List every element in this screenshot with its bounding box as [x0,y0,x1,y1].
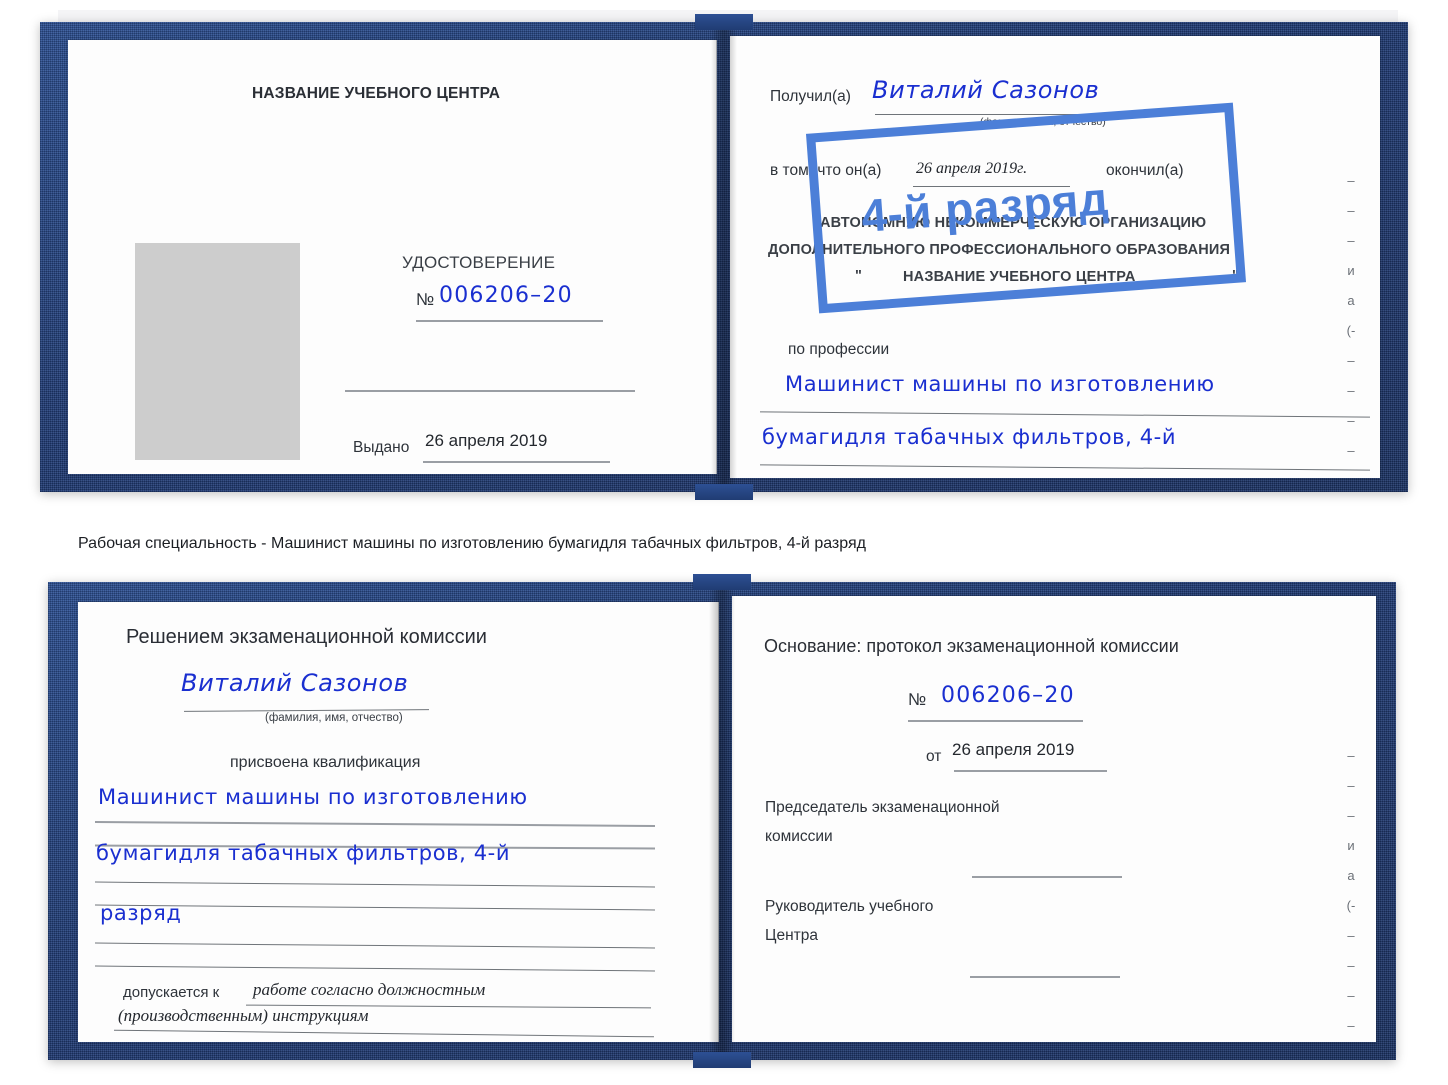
received-name-value: Виталий Сазонов [872,76,1100,104]
qualification-hand-line-3: разряд [100,901,182,925]
admitted-rule-2 [114,1029,654,1038]
profession-rule-1 [760,411,1370,418]
head-line-2: Центра [765,927,818,944]
spine-tab-bottom [695,484,753,500]
edge-glyph: – [1347,233,1355,248]
edge-glyph: – [1347,988,1355,1003]
edge-glyph-column-bottom: – – – и а (- – – – – [1340,741,1362,1041]
profession-rule-2 [760,464,1370,471]
edge-glyph: (- [1346,898,1356,913]
bottom-doc-left-page: Решением экзаменационной комиссии Витали… [78,602,719,1042]
profession-hand-line-2: бумагидля табачных фильтров, 4-й [762,425,1177,449]
profession-hand-line-1: Машинист машины по изготовлению [785,372,1215,396]
bottom-certificate-book: Решением экзаменационной комиссии Витали… [48,574,1396,1068]
chairman-line-2: комиссии [765,828,833,845]
admitted-value-line-2: (производственным) инструкциям [118,1006,369,1025]
qualification-rule-3 [95,942,655,949]
spine-tab-top [695,14,753,30]
received-label: Получил(а) [770,88,851,105]
edge-glyph: и [1347,838,1355,853]
edge-glyph: а [1347,293,1355,308]
edge-glyph: – [1347,353,1355,368]
bottom-doc-right-page: Основание: протокол экзаменационной коми… [732,596,1376,1042]
edge-glyph: – [1347,928,1355,943]
document-type-label: УДОСТОВЕРЕНИЕ [402,253,556,272]
qualification-label: присвоена квалификация [230,754,421,771]
top-doc-left-page: НАЗВАНИЕ УЧЕБНОГО ЦЕНТРА УДОСТОВЕРЕНИЕ №… [68,40,717,474]
edge-glyph: – [1347,443,1355,458]
edge-glyph: – [1347,1018,1355,1033]
chairman-signature-rule [972,876,1122,878]
spine-tab-bottom-2 [693,1052,751,1068]
protocol-date-label: от [926,748,942,765]
number-label: № [416,290,435,309]
edge-glyph: и [1347,263,1355,278]
chairman-line-1: Председатель экзаменационной [765,799,1000,816]
commission-decision-heading: Решением экзаменационной комиссии [126,626,487,648]
basis-label: Основание: протокол экзаменационной коми… [764,636,1179,656]
edge-glyph: – [1347,173,1355,188]
edge-glyph: – [1347,778,1355,793]
issued-label: Выдано [353,439,410,456]
edge-glyph: (- [1346,323,1356,338]
protocol-number-value: 006206–20 [941,683,1075,708]
admitted-label: допускается к [123,984,220,1001]
edge-glyph: – [1347,383,1355,398]
protocol-number-rule [908,720,1083,722]
decision-name-value: Виталий Сазонов [181,669,409,697]
profession-label: по профессии [788,341,890,358]
issued-date-value: 26 апреля 2019 [425,431,548,450]
qualification-rule-2 [95,881,655,888]
protocol-date-value: 26 апреля 2019 [952,740,1075,759]
blank-rule-1 [345,390,635,392]
page-caption: Рабочая специальность - Машинист машины … [78,535,866,552]
head-line-1: Руководитель учебного [765,898,934,915]
protocol-date-rule [954,770,1107,772]
head-signature-rule [970,976,1120,978]
edge-glyph: – [1347,413,1355,428]
edge-glyph: – [1347,958,1355,973]
certificate-number-value: 006206–20 [439,283,573,308]
qualification-hand-line-2: бумагидля табачных фильтров, 4-й [96,841,511,865]
number-rule [416,320,603,322]
profession-hand-line-3: разряд [765,474,846,478]
spine-tab-top-2 [693,574,751,590]
protocol-number-label: № [908,690,927,709]
edge-glyph: – [1347,808,1355,823]
qualification-hand-line-1: Машинист машины по изготовлению [98,785,528,809]
fio-hint-bottom: (фамилия, имя, отчество) [265,712,403,724]
edge-glyph-column-top: – – – и а (- – – – – [1340,166,1362,466]
training-center-heading: НАЗВАНИЕ УЧЕБНОГО ЦЕНТРА [252,85,501,102]
edge-glyph: а [1347,868,1355,883]
edge-glyph: – [1347,748,1355,763]
issued-rule [423,461,610,463]
qualification-rule-1 [94,821,656,827]
photo-placeholder [135,243,300,460]
admitted-value-line-1: работе согласно должностным [253,980,486,999]
edge-glyph: – [1347,203,1355,218]
qualification-rule-4 [95,965,655,972]
